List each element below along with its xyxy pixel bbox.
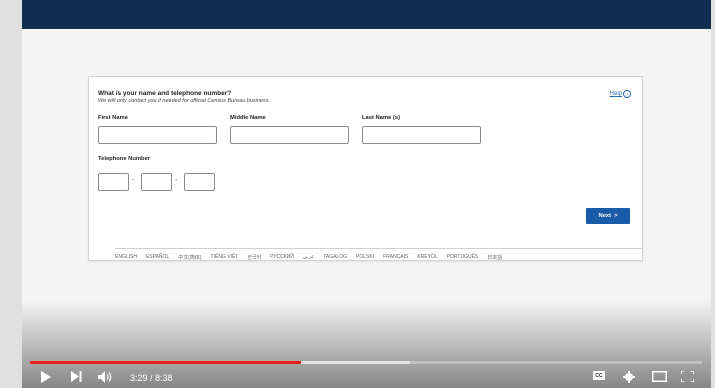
phone-prefix-field[interactable] <box>141 173 172 191</box>
language-link[interactable]: РУССКИЙ <box>270 254 294 261</box>
skip-next-icon[interactable] <box>71 371 82 382</box>
player-controls: 3:29 / 8:38 CC <box>22 368 711 388</box>
time-display: 3:29 / 8:38 <box>130 373 173 383</box>
language-link[interactable]: POLSKI <box>356 254 374 261</box>
cc-label[interactable]: CC <box>593 371 605 380</box>
first-name-field[interactable] <box>98 126 217 144</box>
phone-separator: - <box>132 177 135 184</box>
language-link[interactable]: PORTUGUÊS <box>447 254 479 261</box>
form-question: What is your name and telephone number? <box>98 90 232 97</box>
census-header-bar <box>22 0 711 29</box>
video-player[interactable]: What is your name and telephone number? … <box>22 0 711 388</box>
language-link[interactable]: 한국어 <box>247 254 261 261</box>
next-button[interactable]: Next > <box>586 208 630 224</box>
phone-line-field[interactable] <box>184 173 215 191</box>
language-bar: ENGLISH ESPAÑOL 中文(简体) TIẾNG VIỆT 한국어 РУССКИЙ… <box>115 248 643 261</box>
language-link[interactable]: TAGALOG <box>323 254 347 261</box>
language-link[interactable]: FRANÇAIS <box>383 254 408 261</box>
help-circle-icon[interactable]: ? <box>623 90 631 98</box>
middle-name-field[interactable] <box>230 126 349 144</box>
help-label[interactable]: Help <box>610 91 622 97</box>
name-phone-form-card: What is your name and telephone number? … <box>88 76 643 261</box>
phone-separator: - <box>175 177 178 184</box>
gear-icon[interactable] <box>623 371 635 383</box>
form-subtitle: We will only contact you if needed for o… <box>98 98 271 104</box>
language-link[interactable]: KREYÒL <box>417 254 437 261</box>
language-link[interactable]: 中文(简体) <box>178 254 201 261</box>
telephone-label: Telephone Number <box>98 156 151 162</box>
last-name-label: Last Name (s) <box>362 115 401 121</box>
right-margin <box>711 0 715 388</box>
help-link[interactable]: Help ? <box>610 90 631 98</box>
cc-icon[interactable]: CC <box>593 371 605 380</box>
left-margin <box>0 0 22 388</box>
theater-mode-icon[interactable] <box>652 371 667 382</box>
chevron-right-icon[interactable]: > <box>614 213 617 219</box>
play-icon[interactable] <box>40 371 51 383</box>
played-progress <box>30 361 301 364</box>
browser-frame: What is your name and telephone number? … <box>0 0 715 388</box>
first-name-label: First Name <box>98 115 128 121</box>
next-label[interactable]: Next <box>599 213 612 219</box>
language-link[interactable]: TIẾNG VIỆT <box>211 254 239 261</box>
language-link[interactable]: 日本語 <box>487 254 502 261</box>
last-name-field[interactable] <box>362 126 481 144</box>
seek-bar[interactable] <box>30 361 702 364</box>
middle-name-label: Middle Name <box>230 115 266 121</box>
language-link[interactable]: ESPAÑOL <box>146 254 169 261</box>
fullscreen-icon[interactable] <box>681 371 694 382</box>
phone-area-code-field[interactable] <box>98 173 129 191</box>
volume-icon[interactable] <box>98 371 114 383</box>
language-link[interactable]: ENGLISH <box>115 254 137 261</box>
language-link[interactable]: عربي <box>303 254 314 261</box>
